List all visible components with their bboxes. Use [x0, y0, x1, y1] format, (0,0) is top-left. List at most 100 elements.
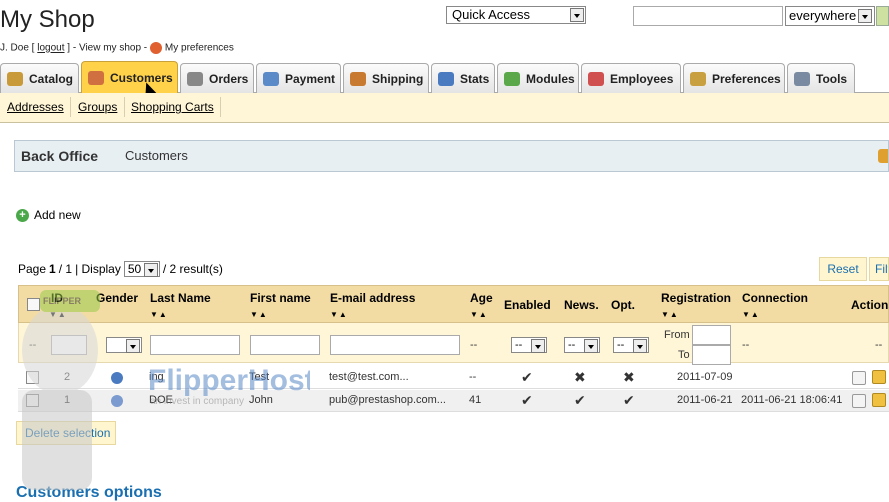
plus-icon: + [16, 208, 29, 222]
breadcrumb-root[interactable]: Back Office [21, 148, 98, 164]
subnav-shopping-carts[interactable]: Shopping Carts [131, 100, 214, 114]
view-shop-link[interactable]: View my shop [79, 43, 141, 54]
sort-arrows-icon[interactable]: ▼▲ [330, 310, 348, 319]
col-gender: Gender [96, 291, 139, 305]
table-header: ID ▼▲ Gender Last Name ▼▲ First name ▼▲ … [18, 285, 889, 323]
optin-check-icon[interactable]: ✔ [623, 392, 635, 409]
user-info-line: J. Doe [ logout ] - View my shop - My pr… [0, 42, 234, 54]
catalog-icon [7, 71, 23, 86]
subnav-groups[interactable]: Groups [78, 100, 117, 114]
tab-orders[interactable]: Orders [180, 63, 254, 93]
chevron-down-icon[interactable] [633, 339, 647, 353]
table-row[interactable]: 2 ing Test test@test.com... -- ✔ ✖ ✖ 201… [18, 367, 889, 389]
sort-arrows-icon[interactable]: ▼▲ [742, 310, 760, 319]
gender-unknown-icon [111, 372, 123, 384]
tab-payment[interactable]: Payment [256, 63, 341, 93]
my-preferences-link[interactable]: My preferences [165, 43, 234, 54]
col-optin: Opt. [611, 298, 635, 312]
filter-gender-select[interactable] [106, 337, 142, 353]
filter-last-name-input[interactable] [150, 335, 240, 355]
chevron-down-icon[interactable] [143, 263, 158, 277]
add-new-link[interactable]: + Add new [16, 208, 81, 222]
view-icon[interactable] [852, 394, 866, 408]
payment-icon [263, 71, 279, 86]
stats-icon [438, 71, 454, 86]
enabled-check-icon[interactable]: ✔ [521, 392, 533, 409]
per-page-select[interactable]: 50 [123, 261, 160, 277]
newsletter-cross-icon[interactable]: ✖ [574, 369, 586, 386]
main-tabs: Catalog Customers Orders Payment Shippin… [0, 61, 889, 94]
search-input[interactable] [633, 6, 783, 26]
subnav-addresses[interactable]: Addresses [7, 100, 64, 114]
user-name: J. Doe [0, 42, 29, 54]
col-email: E-mail address [330, 291, 416, 305]
edit-icon[interactable] [872, 393, 886, 407]
sort-arrows-icon[interactable]: ▼▲ [150, 310, 168, 319]
col-last-name: Last Name [150, 291, 211, 305]
col-first-name: First name [250, 291, 311, 305]
filter-optin-select[interactable]: -- [613, 337, 649, 353]
logout-link[interactable]: logout [37, 43, 64, 54]
sort-arrows-icon[interactable]: ▼▲ [661, 310, 679, 319]
row-checkbox[interactable] [26, 394, 39, 407]
user-icon [149, 42, 162, 54]
add-new-label: Add new [34, 208, 81, 222]
col-connection: Connection [742, 291, 808, 305]
filter-id-input[interactable] [51, 335, 87, 355]
chevron-down-icon[interactable] [570, 8, 584, 22]
col-actions: Actions [851, 298, 889, 312]
col-registration: Registration [661, 291, 732, 305]
search-button[interactable] [876, 6, 889, 26]
delete-selection-button[interactable]: Delete selection [16, 421, 116, 445]
tools-icon [794, 71, 810, 86]
quick-access-value: Quick Access [452, 7, 531, 22]
row-checkbox[interactable] [26, 371, 39, 384]
filter-registration-from[interactable] [692, 325, 731, 345]
chevron-down-icon[interactable] [858, 9, 872, 23]
col-newsletter: News. [564, 298, 599, 312]
current-page: 1 [49, 262, 56, 276]
tab-employees[interactable]: Employees [581, 63, 681, 93]
chevron-down-icon[interactable] [584, 339, 598, 353]
sort-arrows-icon[interactable]: ▼▲ [470, 310, 488, 319]
chevron-down-icon[interactable] [531, 339, 545, 353]
breadcrumb-current: Customers [125, 148, 188, 163]
filter-newsletter-select[interactable]: -- [564, 337, 600, 353]
filter-row: -- -- -- -- -- From To -- -- [18, 323, 889, 365]
quick-access-select[interactable]: Quick Access [446, 6, 586, 24]
tab-stats[interactable]: Stats [431, 63, 495, 93]
filter-first-name-input[interactable] [250, 335, 320, 355]
search-scope-select[interactable]: everywhere [785, 6, 875, 26]
reset-button[interactable]: Reset [819, 257, 867, 281]
tab-modules[interactable]: Modules [497, 63, 579, 93]
preferences-icon [690, 71, 706, 86]
gender-male-icon [111, 395, 123, 407]
enabled-check-icon[interactable]: ✔ [521, 369, 533, 386]
tab-customers[interactable]: Customers [81, 61, 178, 94]
customers-icon [88, 71, 104, 85]
select-all-checkbox[interactable] [27, 298, 40, 311]
sort-arrows-icon[interactable]: ▼▲ [49, 310, 67, 319]
edit-icon[interactable] [872, 370, 886, 384]
newsletter-check-icon[interactable]: ✔ [574, 392, 586, 409]
divider [220, 97, 221, 117]
tab-tools[interactable]: Tools [787, 63, 855, 93]
filter-enabled-select[interactable]: -- [511, 337, 547, 353]
lock-icon[interactable] [878, 149, 888, 163]
tab-shipping[interactable]: Shipping [343, 63, 429, 93]
search-scope-value: everywhere [789, 8, 857, 23]
tab-preferences[interactable]: Preferences [683, 63, 785, 93]
col-id: ID [51, 291, 63, 305]
pagination: Page 1 / 1 | Display 50 / 2 result(s) [18, 261, 223, 277]
chevron-down-icon[interactable] [126, 339, 140, 353]
sort-arrows-icon[interactable]: ▼▲ [250, 310, 268, 319]
orders-icon [187, 71, 203, 86]
view-icon[interactable] [852, 371, 866, 385]
divider [124, 97, 125, 117]
tab-catalog[interactable]: Catalog [0, 63, 79, 93]
table-row[interactable]: 1 DOE John pub@prestashop.com... 41 ✔ ✔ … [18, 390, 889, 412]
filter-email-input[interactable] [330, 335, 460, 355]
optin-cross-icon[interactable]: ✖ [623, 369, 635, 386]
filter-button[interactable]: Filter [869, 257, 889, 281]
filter-registration-to[interactable] [692, 345, 731, 365]
